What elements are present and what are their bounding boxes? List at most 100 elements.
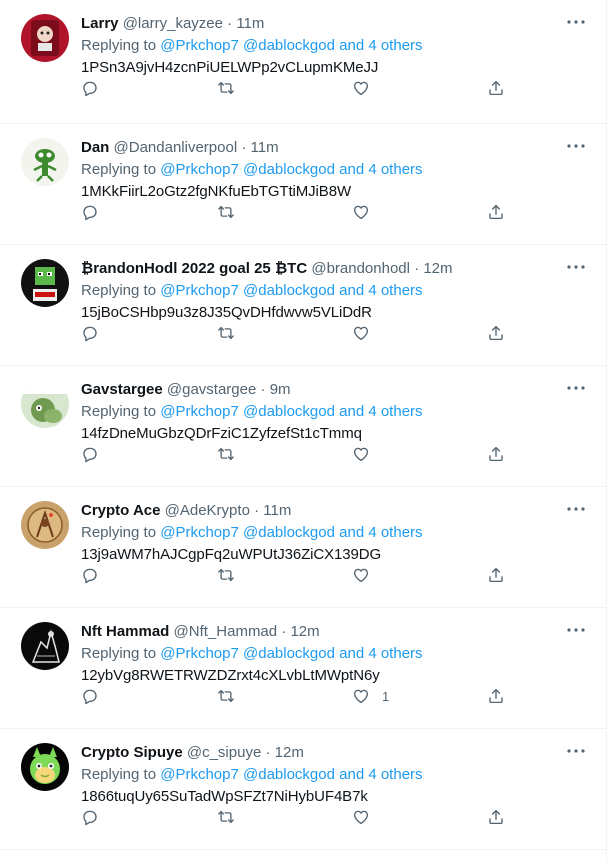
timestamp[interactable]: 12m (423, 260, 452, 277)
display-name[interactable]: ₿randonHodl 2022 goal 25 ₿TC (81, 260, 307, 277)
avatar[interactable] (21, 501, 69, 549)
like-button[interactable] (352, 78, 382, 98)
like-button[interactable] (352, 807, 382, 827)
display-name[interactable]: Dan (81, 139, 109, 156)
tweet[interactable]: Larry @larry_kayzee · 11m Replying to @P… (0, 0, 606, 124)
separator-dot: · (265, 744, 271, 761)
avatar[interactable] (21, 743, 69, 791)
timestamp[interactable]: 11m (251, 139, 279, 156)
user-handle[interactable]: @Dandanliverpool (114, 139, 238, 156)
mention-link[interactable]: @Prkchop7 (160, 766, 239, 783)
timestamp[interactable]: 9m (270, 381, 291, 398)
display-name[interactable]: Nft Hammad (81, 623, 169, 640)
others-link[interactable]: and 4 others (339, 645, 422, 662)
others-link[interactable]: and 4 others (339, 403, 422, 420)
share-button[interactable] (487, 686, 505, 706)
tweet-actions: 1 (81, 686, 521, 706)
retweet-button[interactable] (217, 565, 235, 585)
tweet[interactable]: Nft Hammad @Nft_Hammad · 12m Replying to… (0, 608, 606, 729)
replying-label: Replying to (81, 37, 157, 54)
tweet-text: 14fzDneMuGbzQDrFziC1ZyfzefSt1cTmmq (81, 425, 362, 442)
mention-link[interactable]: @dablockgod (243, 37, 335, 54)
reply-button[interactable] (81, 78, 99, 98)
retweet-button[interactable] (217, 686, 235, 706)
avatar[interactable] (21, 380, 69, 428)
timestamp[interactable]: 11m (236, 15, 264, 32)
mention-link[interactable]: @Prkchop7 (160, 645, 239, 662)
avatar[interactable] (21, 14, 69, 62)
like-button[interactable] (352, 323, 382, 343)
reply-button[interactable] (81, 686, 99, 706)
user-handle[interactable]: @c_sipuye (187, 744, 261, 761)
more-icon[interactable] (566, 261, 586, 273)
user-handle[interactable]: @brandonhodl (311, 260, 410, 277)
more-icon[interactable] (566, 503, 586, 515)
display-name[interactable]: Gavstargee (81, 381, 163, 398)
more-icon[interactable] (566, 382, 586, 394)
mention-link[interactable]: @Prkchop7 (160, 282, 239, 299)
like-button[interactable]: 1 (352, 686, 389, 706)
tweet[interactable]: Crypto Sipuye @c_sipuye · 12m Replying t… (0, 729, 606, 850)
replying-label: Replying to (81, 524, 157, 541)
retweet-button[interactable] (217, 202, 235, 222)
reply-button[interactable] (81, 565, 99, 585)
share-button[interactable] (487, 444, 505, 464)
tweet-header: Nft Hammad @Nft_Hammad · 12m (81, 622, 586, 642)
more-icon[interactable] (566, 140, 586, 152)
display-name[interactable]: Crypto Ace (81, 502, 160, 519)
reply-button[interactable] (81, 444, 99, 464)
display-name[interactable]: Crypto Sipuye (81, 744, 183, 761)
mention-link[interactable]: @dablockgod (243, 524, 335, 541)
mention-link[interactable]: @dablockgod (243, 403, 335, 420)
mention-link[interactable]: @Prkchop7 (160, 161, 239, 178)
avatar[interactable] (21, 138, 69, 186)
mention-link[interactable]: @Prkchop7 (160, 524, 239, 541)
display-name[interactable]: Larry (81, 15, 119, 32)
mention-link[interactable]: @Prkchop7 (160, 37, 239, 54)
replying-to: Replying to @Prkchop7 @dablockgod and 4 … (81, 402, 586, 422)
user-handle[interactable]: @larry_kayzee (123, 15, 223, 32)
share-button[interactable] (487, 565, 505, 585)
others-link[interactable]: and 4 others (339, 524, 422, 541)
timestamp[interactable]: 12m (275, 744, 304, 761)
like-button[interactable] (352, 202, 382, 222)
share-button[interactable] (487, 323, 505, 343)
more-icon[interactable] (566, 16, 586, 28)
reply-button[interactable] (81, 323, 99, 343)
like-count: 1 (382, 688, 390, 704)
user-handle[interactable]: @AdeKrypto (165, 502, 250, 519)
replying-to: Replying to @Prkchop7 @dablockgod and 4 … (81, 523, 586, 543)
retweet-button[interactable] (217, 323, 235, 343)
others-link[interactable]: and 4 others (339, 37, 422, 54)
tweet[interactable]: Dan @Dandanliverpool · 11m Replying to @… (0, 124, 606, 245)
timestamp[interactable]: 11m (263, 502, 291, 519)
mention-link[interactable]: @dablockgod (243, 161, 335, 178)
retweet-button[interactable] (217, 444, 235, 464)
others-link[interactable]: and 4 others (339, 161, 422, 178)
mention-link[interactable]: @dablockgod (243, 282, 335, 299)
timestamp[interactable]: 12m (290, 623, 319, 640)
retweet-button[interactable] (217, 78, 235, 98)
more-icon[interactable] (566, 745, 586, 757)
tweet[interactable]: Gavstargee @gavstargee · 9m Replying to … (0, 366, 606, 487)
share-button[interactable] (487, 202, 505, 222)
tweet[interactable]: ₿randonHodl 2022 goal 25 ₿TC @brandonhod… (0, 245, 606, 366)
like-button[interactable] (352, 565, 382, 585)
reply-button[interactable] (81, 807, 99, 827)
avatar[interactable] (21, 622, 69, 670)
others-link[interactable]: and 4 others (339, 766, 422, 783)
like-button[interactable] (352, 444, 382, 464)
share-button[interactable] (487, 78, 505, 98)
share-button[interactable] (487, 807, 505, 827)
mention-link[interactable]: @dablockgod (243, 645, 335, 662)
avatar[interactable] (21, 259, 69, 307)
retweet-button[interactable] (217, 807, 235, 827)
reply-button[interactable] (81, 202, 99, 222)
user-handle[interactable]: @gavstargee (167, 381, 256, 398)
tweet[interactable]: Crypto Ace @AdeKrypto · 11m Replying to … (0, 487, 606, 608)
mention-link[interactable]: @Prkchop7 (160, 403, 239, 420)
others-link[interactable]: and 4 others (339, 282, 422, 299)
more-icon[interactable] (566, 624, 586, 636)
user-handle[interactable]: @Nft_Hammad (174, 623, 278, 640)
mention-link[interactable]: @dablockgod (243, 766, 335, 783)
